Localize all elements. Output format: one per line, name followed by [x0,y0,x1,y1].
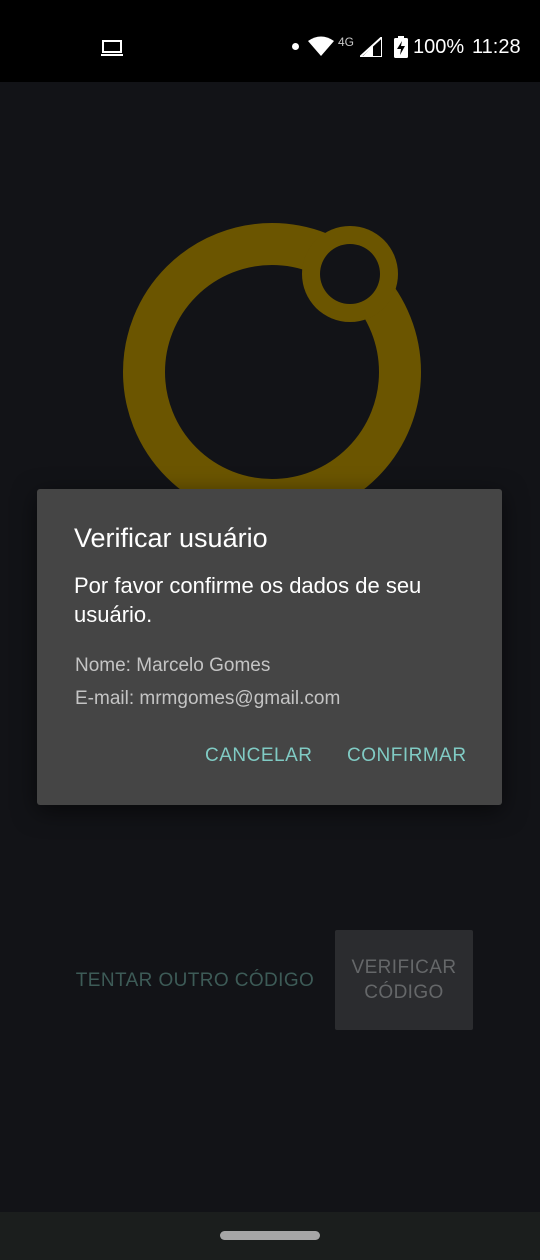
notification-dot-icon [292,43,299,50]
user-name-text: Nome: Marcelo Gomes [75,655,271,676]
status-bar: 4G 100% 11:28 [0,0,540,82]
clock: 11:28 [472,36,521,58]
network-type-label: 4G [338,35,355,49]
signal-icon [360,37,382,57]
battery-charging-icon [394,36,408,58]
user-email-text: E-mail: mrmgomes@gmail.com [75,688,341,709]
dialog-message: Por favor confirme os dados de seu usuár… [74,573,422,627]
home-gesture-pill-icon[interactable] [220,1231,320,1240]
verify-user-dialog: Verificar usuário Por favor confirme os … [37,489,502,805]
wifi-icon [308,36,334,56]
navigation-bar [0,1212,540,1260]
cast-icon [101,40,123,56]
battery-percentage: 100% [413,36,465,58]
confirm-button[interactable]: CONFIRMAR [347,745,467,767]
cancel-button[interactable]: CANCELAR [205,745,312,767]
dialog-title: Verificar usuário [74,523,268,553]
